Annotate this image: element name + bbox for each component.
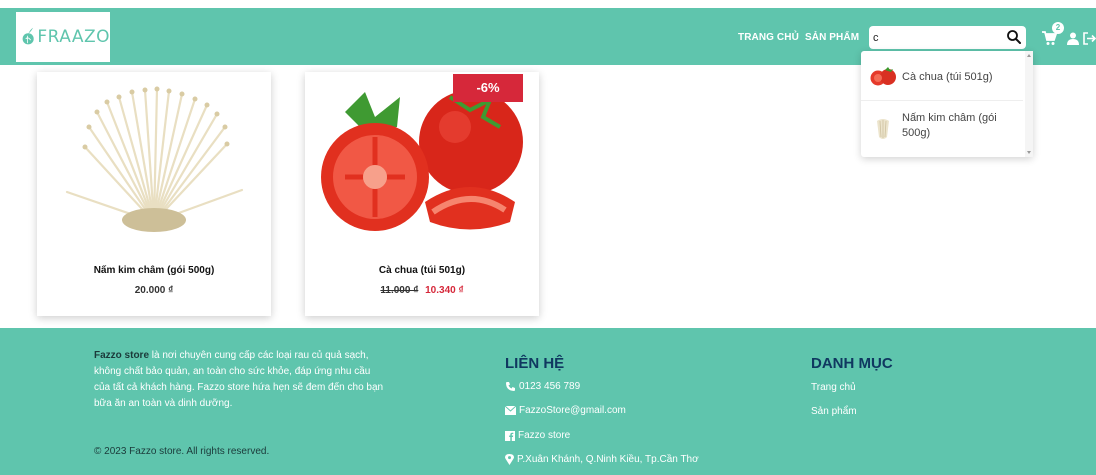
footer-link-home[interactable]: Trang chủ — [811, 382, 856, 393]
product-name[interactable]: Cà chua (túi 501g) — [305, 265, 539, 276]
email-line[interactable]: FazzoStore@gmail.com — [505, 405, 626, 416]
product-name[interactable]: Nấm kim châm (gói 500g) — [37, 265, 271, 276]
scroll-up-arrow-icon[interactable] — [1027, 54, 1031, 57]
mushroom-thumbnail-icon — [877, 119, 889, 139]
search-result-label: Nấm kim châm (gói 500g) — [902, 112, 997, 139]
tomato-thumbnail-icon — [870, 67, 896, 86]
about-brand: Fazzo store — [94, 350, 150, 361]
product-price: 11.000 ₫ 10.340 ₫ — [305, 285, 539, 296]
user-icon[interactable] — [1067, 32, 1079, 45]
search-icon[interactable] — [1006, 29, 1022, 45]
search-input[interactable] — [873, 29, 998, 46]
search-result-label: Cà chua (túi 501g) — [902, 71, 993, 83]
about-text: Fazzo store là nơi chuyên cung cấp các l… — [94, 348, 384, 412]
menu-title: DANH MỤC — [811, 355, 893, 372]
logo-text: FRAAZO — [37, 27, 110, 47]
address-line[interactable]: P.Xuân Khánh, Q.Ninh Kiều, Tp.Cần Thơ — [505, 454, 699, 465]
facebook-line[interactable]: Fazzo store — [505, 430, 570, 441]
page: FRAAZO TRANG CHỦ SẢN PHẨM 2 — [0, 0, 1096, 475]
logo[interactable]: FRAAZO — [16, 12, 110, 62]
phone-icon — [506, 382, 515, 391]
copyright: © 2023 Fazzo store. All rights reserved. — [94, 446, 270, 457]
discount-badge: -6% — [453, 74, 523, 102]
envelope-icon — [505, 406, 516, 415]
search-result-item[interactable]: Cà chua (túi 501g) — [861, 51, 1023, 101]
map-marker-icon — [505, 454, 514, 465]
product-card[interactable]: -6% Cà chua (túi 501g) 11.000 ₫ 10.340 ₫ — [305, 72, 539, 316]
search-results-dropdown: Cà chua (túi 501g) Nấm kim châm (gói 500… — [861, 51, 1033, 157]
sale-price: 10.340 ₫ — [425, 285, 464, 296]
old-price: 11.000 ₫ — [380, 285, 419, 296]
facebook-text: Fazzo store — [518, 430, 571, 441]
nav-products[interactable]: SẢN PHẨM — [805, 32, 859, 43]
scroll-down-arrow-icon[interactable] — [1027, 151, 1031, 154]
contact-title: LIÊN HỆ — [505, 355, 565, 372]
leaf-logo-icon — [22, 27, 34, 45]
address-text: P.Xuân Khánh, Q.Ninh Kiều, Tp.Cần Thơ — [517, 454, 699, 465]
search-box — [869, 26, 1026, 49]
footer-link-products[interactable]: Sản phẩm — [811, 406, 857, 417]
product-card[interactable]: Nấm kim châm (gói 500g) 20.000 ₫ — [37, 72, 271, 316]
phone-line[interactable]: 0123 456 789 — [505, 381, 580, 392]
dropdown-scrollbar[interactable] — [1025, 51, 1033, 157]
footer: Fazzo store là nơi chuyên cung cấp các l… — [0, 328, 1096, 475]
product-image[interactable] — [37, 72, 271, 242]
search-result-item[interactable]: Nấm kim châm (gói 500g) — [861, 101, 1023, 157]
product-price: 20.000 ₫ — [134, 285, 174, 296]
cart-count-badge: 2 — [1052, 22, 1064, 34]
email-text: FazzoStore@gmail.com — [519, 405, 626, 416]
product-image[interactable]: -6% — [305, 72, 539, 242]
facebook-icon — [505, 430, 515, 441]
enoki-mushroom-image — [37, 72, 271, 242]
phone-text: 0123 456 789 — [519, 381, 581, 392]
nav-home[interactable]: TRANG CHỦ — [738, 32, 799, 43]
logout-icon[interactable] — [1083, 32, 1096, 45]
